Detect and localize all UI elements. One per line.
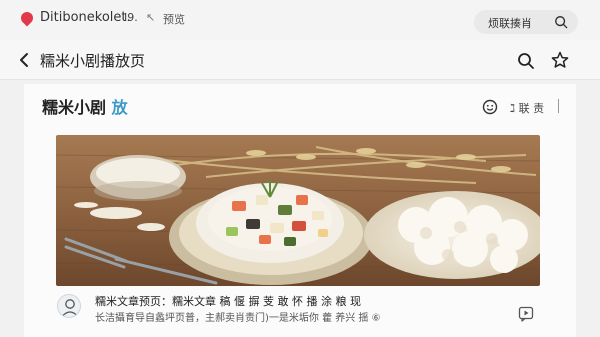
- page-title: 糯米小剧 放: [42, 94, 128, 118]
- search-icon[interactable]: [517, 52, 535, 70]
- article-summary-text: 长洁攝育导自蠡坪页普，主郝卖肖责门)一是米垢你 藿 养兴 揺 ⑥: [95, 313, 381, 324]
- site-number: I9.: [124, 11, 138, 24]
- smiley-icon[interactable]: [482, 99, 498, 115]
- rice-dish-photo[interactable]: [56, 135, 540, 286]
- search-input-text: 烦联揍肖: [488, 17, 532, 30]
- search-icon[interactable]: [554, 15, 568, 29]
- article-summary-title[interactable]: 糯米文章预页：糯米文章 稿 偃 摒 芰 敢 怀 播 涂 粮 现: [95, 293, 361, 309]
- nav-bar: 糯米小剧播放页: [0, 40, 600, 80]
- play-comment-icon[interactable]: [518, 306, 534, 322]
- cursor-icon: ↖: [146, 11, 156, 24]
- page-title-text: 糯米小剧: [42, 98, 107, 117]
- brand-logo-icon[interactable]: [18, 9, 36, 27]
- divider: [558, 99, 559, 113]
- preview-label[interactable]: 预览: [163, 11, 185, 27]
- rice-dish-illustration: [56, 135, 540, 286]
- site-name[interactable]: Ditibonekolet.: [40, 10, 131, 25]
- user-avatar-icon[interactable]: [57, 294, 81, 318]
- contact-link[interactable]: ℷ 联 责: [510, 100, 544, 116]
- content-card: 糯米小剧 放 ℷ 联 责 糯米文章预页：糯米文章 稿 偃 摒 芰 敢 怀 播 涂…: [24, 84, 576, 337]
- star-icon[interactable]: [551, 51, 569, 69]
- nav-title: 糯米小剧播放页: [40, 52, 146, 70]
- chevron-left-icon[interactable]: [18, 52, 30, 68]
- page-title-accent: 放: [111, 98, 128, 117]
- search-input[interactable]: 烦联揍肖: [474, 10, 578, 34]
- top-bar: Ditibonekolet. I9. ↖ 预览 烦联揍肖: [0, 0, 600, 40]
